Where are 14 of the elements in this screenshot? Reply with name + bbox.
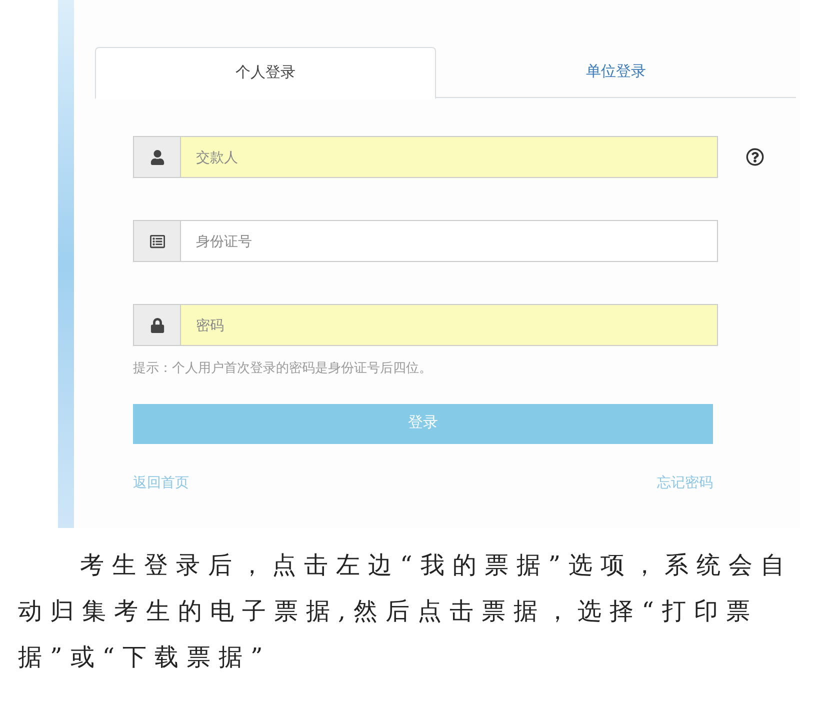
login-button[interactable]: 登录 — [133, 404, 713, 444]
tab[interactable]: 单位登录 — [436, 47, 796, 97]
paragraph: 考生登录后，点击左边“我的票据”选项，系统会自动归集考生的电子票据,然后点击票据，选择“打印票据”或“下载票据” — [17, 550, 794, 673]
tab[interactable]: 个人登录 — [95, 47, 436, 99]
help-icon[interactable] — [746, 148, 764, 166]
list-icon — [150, 234, 164, 248]
link[interactable]: 返回首页 — [133, 472, 189, 492]
hint-text: 提示：个人用户首次登录的密码是身份证号后四位。 — [133, 359, 433, 377]
link[interactable]: 忘记密码 — [657, 472, 713, 492]
input-field[interactable]: 密码 — [181, 304, 718, 346]
user-icon — [150, 150, 164, 164]
input-field[interactable]: 身份证号 — [181, 220, 718, 262]
input-field[interactable]: 交款人 — [181, 136, 718, 178]
lock-icon — [150, 318, 164, 332]
